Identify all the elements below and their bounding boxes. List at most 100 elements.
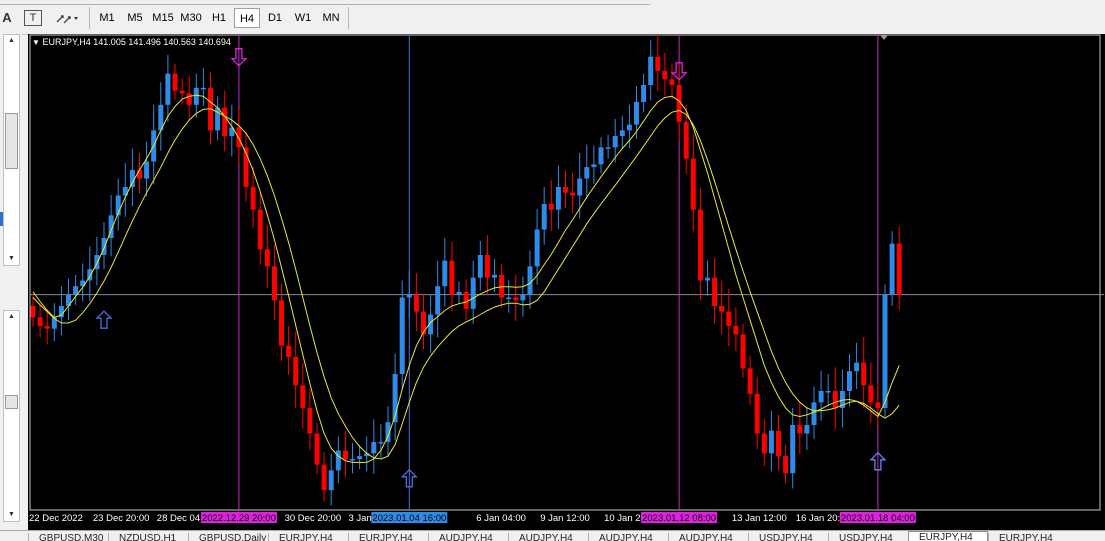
x-axis-tick-label: 9 Jan 12:00 (540, 513, 590, 524)
candle-bullish (399, 297, 405, 374)
chart-header: ▼ EURJPY,H4 141.005 141.496 140.563 140.… (32, 37, 231, 47)
candle-bearish (861, 362, 867, 386)
candle-bullish (634, 102, 639, 125)
candle-bullish (619, 130, 625, 136)
x-axis-tick-label: 23 Dec 20:00 (93, 513, 150, 524)
x-axis-tick-label: 13 Jan 12:00 (732, 513, 787, 524)
candle-bearish (264, 249, 270, 267)
selection-marker (0, 212, 3, 226)
text-tool-icon[interactable]: A (0, 7, 14, 29)
candle-bullish (477, 255, 483, 278)
candle-bullish (818, 391, 824, 403)
terminal-scrollbar[interactable]: ▲ ▼ (3, 310, 20, 522)
text-label-tool-icon[interactable]: T (24, 10, 42, 26)
candle-bullish (456, 291, 462, 295)
candlestick-chart[interactable]: 22 Dec 2022 23 Dec 20:00 28 Dec 04:00 30 De… (28, 34, 1105, 530)
scroll-down-icon[interactable]: ▼ (4, 509, 19, 521)
scroll-thumb[interactable] (5, 113, 18, 169)
crosshair-label: 2023.01.12 08:00 (642, 513, 716, 524)
candle-bearish (726, 311, 732, 326)
candle-bearish (44, 325, 50, 329)
candle-bullish (371, 442, 377, 454)
candle-bearish (896, 243, 902, 295)
candle-bearish (449, 260, 455, 295)
candle-bearish (797, 425, 803, 434)
candle-bullish (882, 294, 888, 408)
candle-bearish (293, 357, 299, 386)
candle-bearish (832, 391, 838, 408)
scroll-up-icon[interactable]: ▲ (4, 311, 19, 323)
candle-bearish (662, 70, 668, 80)
timeframe-w1-button[interactable]: W1 (290, 8, 316, 28)
chart-shift-icon (880, 35, 888, 40)
candle-bearish (314, 433, 320, 465)
candle-bullish (804, 425, 810, 434)
candle-bearish (697, 209, 703, 281)
candle-bearish (484, 255, 490, 278)
candle-bullish (534, 229, 540, 267)
candle-bearish (37, 317, 43, 326)
candle-bullish (555, 187, 561, 210)
candle-bullish (889, 243, 895, 295)
candle-bullish (641, 85, 647, 102)
candle-bullish (605, 147, 611, 149)
candle-bearish (776, 430, 781, 457)
crosshair-label: 2023.01.18 04:00 (841, 513, 915, 524)
candle-bearish (570, 192, 576, 196)
candle-bullish (442, 260, 448, 287)
candle-bullish (406, 294, 412, 298)
chart-window[interactable]: 22 Dec 2022 23 Dec 20:00 28 Dec 04:00 30 De… (28, 34, 1105, 530)
scroll-up-icon[interactable]: ▲ (4, 35, 19, 47)
timeframe-h1-button[interactable]: H1 (206, 8, 232, 28)
timeframe-m5-button[interactable]: M5 (122, 8, 148, 28)
timeframe-d1-button[interactable]: D1 (262, 8, 288, 28)
candle-bullish (435, 286, 441, 315)
scroll-thumb[interactable] (5, 395, 18, 409)
candle-bullish (854, 362, 860, 372)
candle-bullish (811, 402, 817, 425)
candle-bearish (137, 170, 142, 179)
candle-bearish (222, 107, 228, 136)
candle-bullish (328, 470, 334, 491)
crosshair-label: 2023.01.04 16:00 (372, 513, 446, 524)
navigator-scrollbar[interactable]: ▲ ▼ (3, 34, 20, 266)
toolbar-top-border (0, 0, 650, 5)
toolbar: A T M1 M5 M15 M30 H1 H4 D1 W1 MN (0, 0, 1105, 35)
candle-bearish (342, 450, 348, 459)
arrows-tool-glyph (56, 15, 78, 24)
candle-bearish (421, 311, 426, 335)
candle-bearish (868, 385, 874, 403)
candle-bearish (733, 325, 739, 335)
candle-bearish (172, 73, 178, 91)
timeframe-m15-button[interactable]: M15 (150, 8, 176, 28)
candle-bearish (271, 266, 277, 301)
candle-bearish (754, 393, 760, 434)
candle-bearish (307, 408, 313, 434)
candle-bearish (463, 291, 469, 309)
arrows-tool-icon[interactable] (52, 7, 82, 29)
candle-bearish (300, 385, 306, 408)
candle-bullish (591, 164, 597, 168)
plot-border (29, 34, 1101, 511)
candle-bearish (655, 56, 661, 71)
x-axis-tick-label: 22 Dec 2022 (29, 513, 83, 524)
timeframe-m1-button[interactable]: M1 (94, 8, 120, 28)
timeframe-h4-button[interactable]: H4 (234, 8, 260, 28)
chart-menu-icon[interactable]: ▼ (32, 38, 40, 47)
ema-fast-line (32, 94, 900, 463)
candle-bearish (179, 90, 185, 94)
x-axis-tick-label: 6 Jan 04:00 (476, 513, 526, 524)
candle-bearish (683, 121, 689, 159)
toolbar-separator (89, 7, 90, 29)
candle-bullish (541, 204, 547, 230)
candle-bullish (584, 167, 590, 179)
chart-tabs: GBPUSD,M30 NZDUSD,H1 GBPUSD,Daily EURJPY,H4… (0, 530, 1105, 541)
candle-bullish (626, 124, 632, 131)
candle-bullish (492, 274, 497, 278)
candle-bearish (279, 300, 284, 346)
timeframe-mn-button[interactable]: MN (318, 8, 344, 28)
timeframe-m30-button[interactable]: M30 (178, 8, 204, 28)
candle-bearish (186, 93, 192, 105)
scroll-down-icon[interactable]: ▼ (4, 253, 19, 265)
candle-bearish (712, 277, 718, 306)
